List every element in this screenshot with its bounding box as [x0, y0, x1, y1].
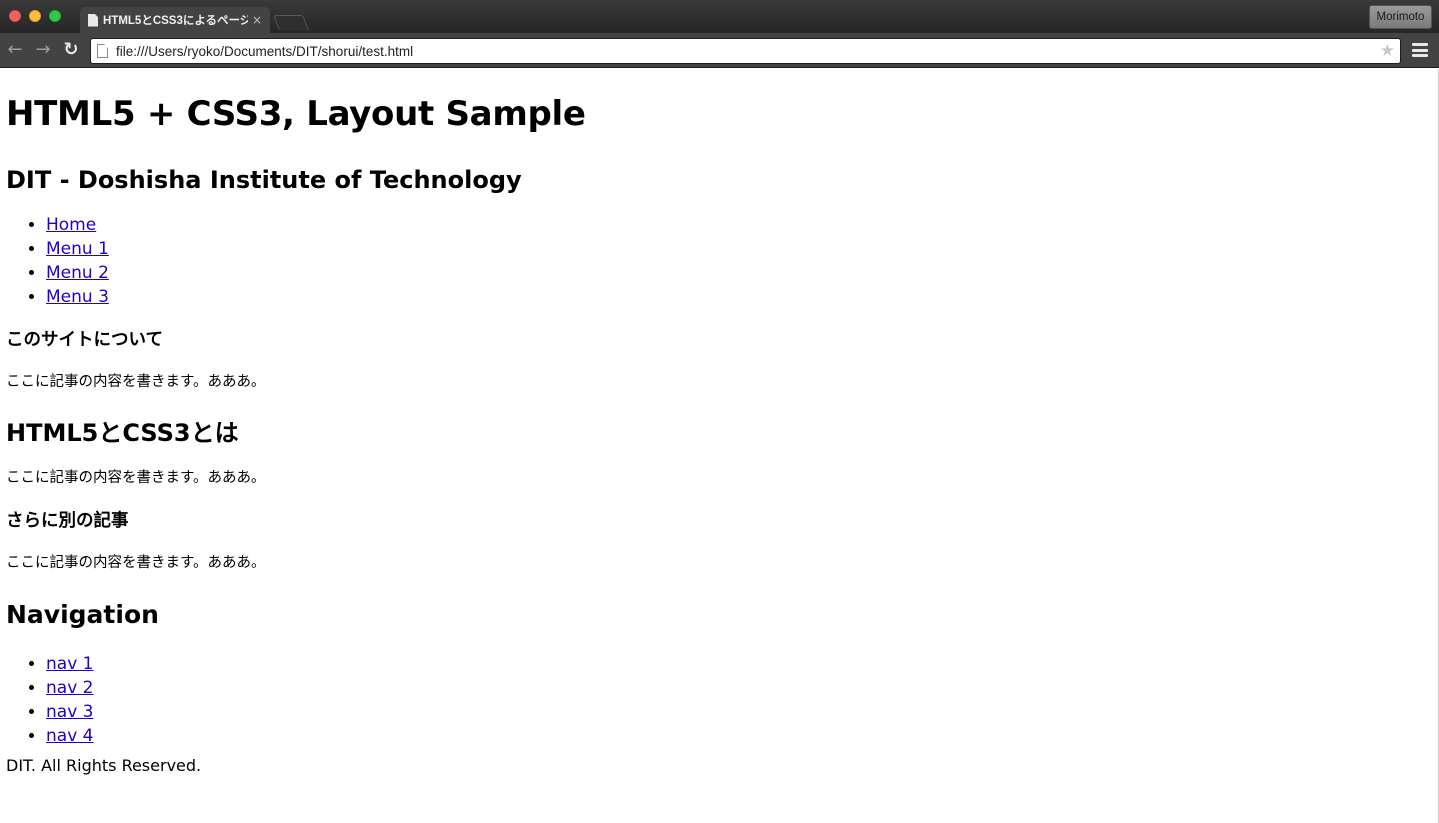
article-title: さらに別の記事 [6, 511, 129, 531]
menu-bar-line [1412, 54, 1428, 57]
navigation-list: nav 1 nav 2 nav 3 nav 4 [6, 652, 1438, 748]
nav-link-3[interactable]: nav 3 [46, 702, 93, 722]
nav-link-4[interactable]: nav 4 [46, 726, 93, 746]
article-title: このサイトについて [6, 330, 163, 350]
menu-item: Menu 3 [46, 285, 1438, 309]
menu-item: Menu 1 [46, 237, 1438, 261]
menu-link-menu-1[interactable]: Menu 1 [46, 239, 109, 259]
footer-text: DIT. All Rights Reserved. [6, 756, 202, 775]
address-bar[interactable]: file:///Users/ryoko/Documents/DIT/shorui… [90, 38, 1401, 64]
site-subtitle: DIT - Doshisha Institute of Technology [6, 166, 522, 194]
page-content: HTML5 + CSS3, Layout Sample DIT - Doshis… [0, 69, 1439, 823]
profile-button[interactable]: Morimoto [1369, 5, 1432, 29]
menu-bar-line [1412, 43, 1428, 46]
zoom-window-button[interactable] [49, 10, 61, 22]
reload-icon[interactable]: ↻ [60, 39, 82, 61]
menu-item: Menu 2 [46, 261, 1438, 285]
navigation-heading: Navigation [6, 600, 159, 629]
nav-item: nav 1 [46, 652, 1438, 676]
bookmark-star-icon[interactable]: ★ [1380, 41, 1395, 61]
menu-bar-line [1412, 48, 1428, 52]
tab-title: HTML5とCSS3によるページ [103, 15, 248, 27]
menu-link-home[interactable]: Home [46, 215, 96, 235]
menu-item: Home [46, 213, 1438, 237]
article-text: ここに記事の内容を書きます。あああ。 [6, 470, 266, 486]
hamburger-menu-icon[interactable] [1412, 43, 1428, 57]
browser-titlebar: HTML5とCSS3によるページ × Morimoto [0, 0, 1439, 33]
menu-link-menu-2[interactable]: Menu 2 [46, 263, 109, 283]
back-arrow-icon[interactable]: ← [4, 39, 26, 61]
new-tab-button[interactable] [273, 15, 309, 30]
browser-tab[interactable]: HTML5とCSS3によるページ × [80, 7, 270, 33]
nav-link-1[interactable]: nav 1 [46, 654, 93, 674]
tab-close-icon[interactable]: × [252, 13, 262, 27]
main-menu: Home Menu 1 Menu 2 Menu 3 [6, 213, 1438, 309]
minimize-window-button[interactable] [29, 10, 41, 22]
nav-link-2[interactable]: nav 2 [46, 678, 93, 698]
article-title: HTML5とCSS3とは [6, 419, 239, 447]
menu-link-menu-3[interactable]: Menu 3 [46, 287, 109, 307]
page-icon [97, 44, 108, 58]
article-text: ここに記事の内容を書きます。あああ。 [6, 555, 266, 571]
url-text[interactable]: file:///Users/ryoko/Documents/DIT/shorui… [116, 44, 1380, 59]
close-window-button[interactable] [9, 10, 21, 22]
page-title: HTML5 + CSS3, Layout Sample [6, 94, 586, 134]
article-text: ここに記事の内容を書きます。あああ。 [6, 374, 266, 390]
nav-item: nav 2 [46, 676, 1438, 700]
browser-toolbar: ← → ↻ file:///Users/ryoko/Documents/DIT/… [0, 33, 1439, 68]
document-icon [88, 13, 98, 27]
nav-item: nav 3 [46, 700, 1438, 724]
forward-arrow-icon[interactable]: → [32, 39, 54, 61]
nav-item: nav 4 [46, 724, 1438, 748]
